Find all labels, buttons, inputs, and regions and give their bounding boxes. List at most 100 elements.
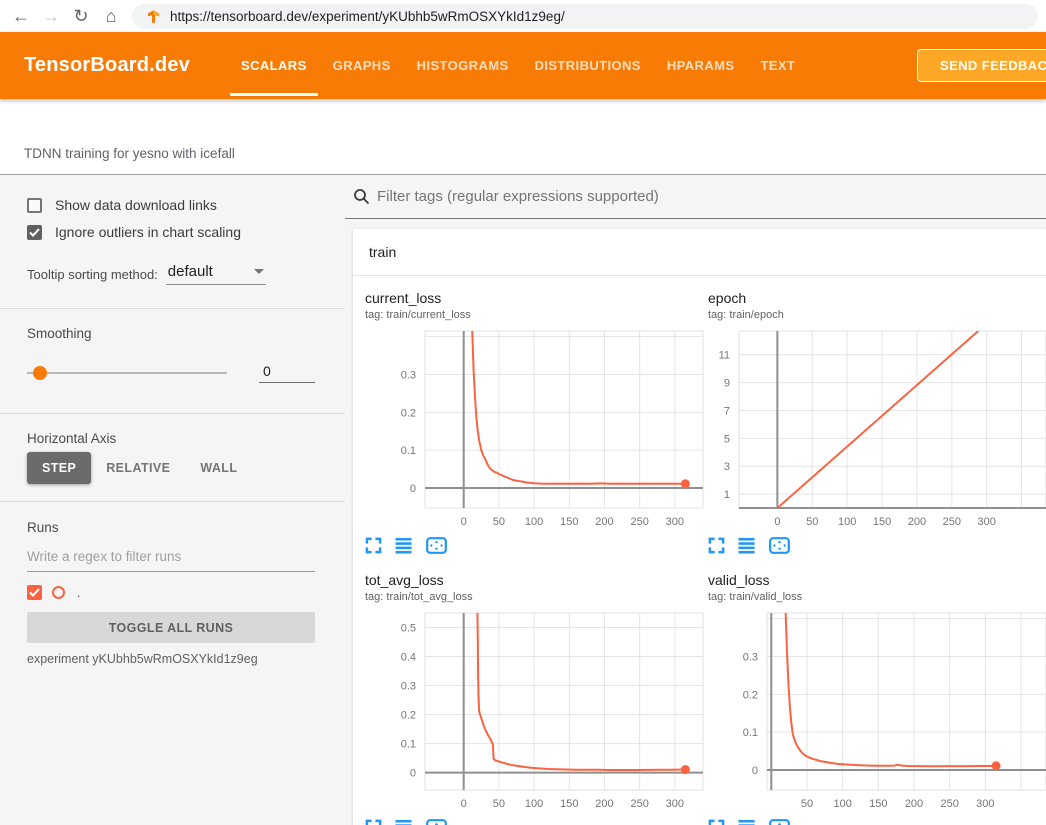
slider-thumb[interactable] (33, 366, 47, 380)
svg-text:150: 150 (869, 798, 887, 810)
svg-text:0.2: 0.2 (743, 689, 758, 701)
checkbox-unchecked-icon[interactable] (27, 198, 42, 213)
svg-text:9: 9 (724, 378, 730, 390)
tooltip-sorting-select[interactable]: default (166, 263, 266, 285)
svg-text:200: 200 (908, 516, 926, 528)
fit-domain-icon[interactable] (769, 819, 790, 825)
browser-home-icon[interactable]: ⌂ (96, 3, 126, 29)
svg-text:100: 100 (833, 798, 851, 810)
browser-back-icon[interactable]: ← (6, 3, 36, 29)
checkbox-checked-icon[interactable] (27, 225, 42, 240)
svg-text:50: 50 (801, 798, 813, 810)
brand-title: TensorBoard.dev (24, 54, 190, 77)
svg-text:300: 300 (976, 798, 994, 810)
ignore-outliers-label: Ignore outliers in chart scaling (55, 224, 241, 240)
chart-title: epoch (708, 290, 1046, 306)
horizontal-lines-icon[interactable] (738, 819, 756, 825)
tab-hparams[interactable]: HPARAMS (654, 32, 748, 99)
subheader: TDNN training for yesno with icefall (0, 99, 1046, 175)
chart-tag: tag: train/current_loss (365, 309, 705, 321)
chart-toolbar (365, 819, 705, 825)
settings-sidebar: Show data download links Ignore outliers… (0, 175, 345, 824)
send-feedback-button[interactable]: SEND FEEDBACK (917, 49, 1046, 82)
chart-canvas-epoch[interactable]: 0501001502002503001357911 (708, 327, 1046, 535)
toggle-all-runs-button[interactable]: TOGGLE ALL RUNS (27, 612, 315, 643)
page: ← → ↻ ⌂ https://tensorboard.dev/experime… (0, 0, 1046, 825)
tab-histograms[interactable]: HISTOGRAMS (404, 32, 522, 99)
fit-domain-icon[interactable] (426, 819, 447, 825)
svg-text:300: 300 (978, 516, 996, 528)
svg-text:0.3: 0.3 (743, 651, 758, 663)
svg-text:150: 150 (873, 516, 891, 528)
runs-label: Runs (27, 520, 315, 535)
axis-step-button[interactable]: STEP (27, 452, 91, 484)
svg-text:1: 1 (724, 489, 730, 501)
horizontal-axis-buttons: STEP RELATIVE WALL (27, 452, 315, 484)
svg-text:200: 200 (905, 798, 923, 810)
ignore-outliers-checkbox-row[interactable]: Ignore outliers in chart scaling (27, 224, 315, 240)
svg-text:300: 300 (666, 516, 684, 528)
smoothing-slider-row: 0 (27, 363, 315, 383)
runs-filter-input[interactable] (27, 545, 315, 572)
axis-relative-button[interactable]: RELATIVE (91, 452, 185, 484)
svg-text:0: 0 (752, 765, 758, 777)
svg-text:50: 50 (806, 516, 818, 528)
expand-icon[interactable] (708, 537, 725, 554)
expand-icon[interactable] (365, 819, 382, 825)
smoothing-label: Smoothing (27, 326, 315, 341)
expand-icon[interactable] (365, 537, 382, 554)
fit-domain-icon[interactable] (769, 537, 790, 554)
svg-text:0.5: 0.5 (401, 623, 416, 635)
chart-toolbar (708, 537, 1046, 554)
tab-text[interactable]: TEXT (747, 32, 808, 99)
chart-canvas-valid-loss[interactable]: 5010015020025030000.10.20.3 (708, 609, 1046, 817)
horizontal-lines-icon[interactable] (395, 537, 413, 554)
svg-text:5: 5 (724, 433, 730, 445)
run-list-item[interactable]: . (27, 585, 315, 600)
svg-text:0: 0 (410, 768, 416, 780)
svg-text:200: 200 (595, 798, 613, 810)
expand-icon[interactable] (708, 819, 725, 825)
tooltip-sorting-label: Tooltip sorting method: (27, 267, 158, 285)
filter-tags-input[interactable] (377, 188, 1046, 205)
tag-group-label: train (369, 244, 396, 260)
svg-text:0: 0 (461, 516, 467, 528)
svg-text:3: 3 (724, 461, 730, 473)
axis-wall-button[interactable]: WALL (185, 452, 252, 484)
svg-text:0: 0 (461, 798, 467, 810)
svg-text:0.1: 0.1 (401, 445, 416, 457)
chart-toolbar (365, 537, 705, 554)
run-checkbox-icon[interactable] (27, 585, 42, 600)
svg-text:0.1: 0.1 (743, 727, 758, 739)
tab-scalars[interactable]: SCALARS (228, 32, 320, 99)
horizontal-axis-label: Horizontal Axis (27, 431, 315, 446)
browser-reload-icon[interactable]: ↻ (66, 3, 96, 29)
smoothing-slider[interactable] (27, 372, 227, 374)
chevron-down-icon (254, 269, 264, 274)
divider (0, 501, 345, 502)
charts-grid: current_loss tag: train/current_loss 050… (353, 276, 1046, 825)
chart-canvas-current-loss[interactable]: 05010015020025030000.10.20.3 (365, 327, 705, 535)
chart-title: tot_avg_loss (365, 572, 705, 588)
chart-canvas-tot-avg-loss[interactable]: 05010015020025030000.10.20.30.40.5 (365, 609, 705, 817)
horizontal-lines-icon[interactable] (395, 819, 413, 825)
svg-text:0.3: 0.3 (401, 681, 416, 693)
url-text: https://tensorboard.dev/experiment/yKUbh… (170, 9, 565, 24)
url-bar[interactable]: https://tensorboard.dev/experiment/yKUbh… (132, 4, 1038, 29)
app-header: TensorBoard.dev SCALARS GRAPHS HISTOGRAM… (0, 32, 1046, 99)
fit-domain-icon[interactable] (426, 537, 447, 554)
browser-forward-icon[interactable]: → (36, 3, 66, 29)
svg-text:100: 100 (525, 516, 543, 528)
tag-group-header[interactable]: train (353, 229, 1046, 276)
horizontal-lines-icon[interactable] (738, 537, 756, 554)
svg-text:200: 200 (595, 516, 613, 528)
svg-text:7: 7 (724, 405, 730, 417)
tab-graphs[interactable]: GRAPHS (320, 32, 404, 99)
tab-distributions[interactable]: DISTRIBUTIONS (522, 32, 654, 99)
smoothing-value-input[interactable]: 0 (259, 363, 315, 383)
nav-tabs: SCALARS GRAPHS HISTOGRAMS DISTRIBUTIONS … (228, 32, 808, 99)
show-download-links-label: Show data download links (55, 197, 217, 213)
show-download-links-checkbox-row[interactable]: Show data download links (27, 197, 315, 213)
svg-text:0: 0 (410, 483, 416, 495)
svg-text:0.2: 0.2 (401, 407, 416, 419)
